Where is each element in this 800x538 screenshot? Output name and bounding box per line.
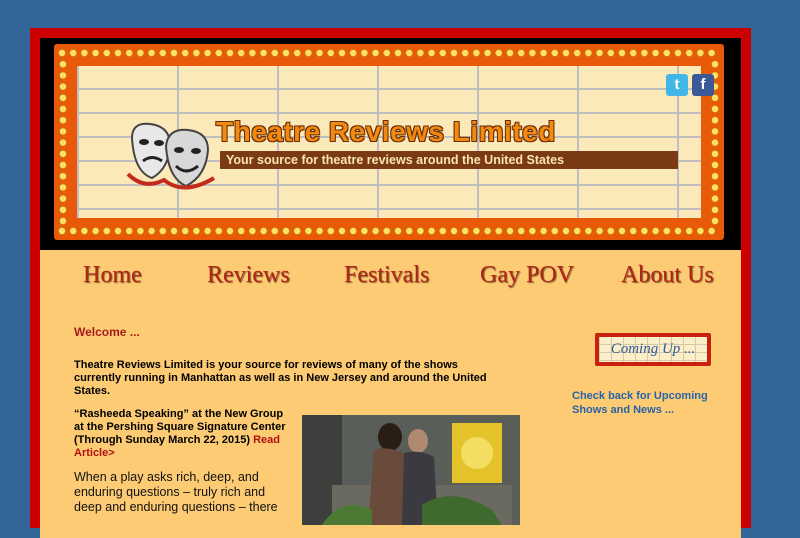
nav-festivals[interactable]: Festivals: [344, 262, 429, 289]
article-headline: “Rasheeda Speaking” at the New Group at …: [74, 408, 294, 460]
nav-about-us[interactable]: About Us: [621, 262, 714, 289]
nav-home[interactable]: Home: [83, 262, 142, 289]
marquee-sign: t f Theatre Reviews Limited Your source …: [54, 44, 724, 240]
page-frame: t f Theatre Reviews Limited Your source …: [30, 28, 751, 538]
upcoming-notice: Check back for Upcoming Shows and News .…: [572, 390, 708, 416]
header-banner: t f Theatre Reviews Limited Your source …: [40, 38, 741, 250]
site-tagline: Your source for theatre reviews around t…: [220, 151, 678, 169]
coming-up-label: Coming Up ...: [599, 337, 707, 362]
coming-up-banner[interactable]: Coming Up ...: [595, 333, 711, 366]
twitter-icon[interactable]: t: [666, 74, 688, 96]
site-title: Theatre Reviews Limited: [216, 116, 556, 147]
facebook-icon[interactable]: f: [692, 74, 714, 96]
theatre-masks-logo: [126, 122, 216, 190]
nav-reviews[interactable]: Reviews: [207, 262, 290, 289]
intro-text: Theatre Reviews Limited is your source f…: [74, 359, 487, 397]
article-photo[interactable]: [302, 415, 520, 525]
welcome-heading: Welcome ...: [74, 325, 140, 339]
article-excerpt: When a play asks rich, deep, and endurin…: [74, 470, 278, 514]
content-area: t f Theatre Reviews Limited Your source …: [40, 38, 741, 538]
main-nav: Home Reviews Festivals Gay POV About Us: [40, 262, 741, 296]
nav-gay-pov[interactable]: Gay POV: [480, 262, 574, 289]
